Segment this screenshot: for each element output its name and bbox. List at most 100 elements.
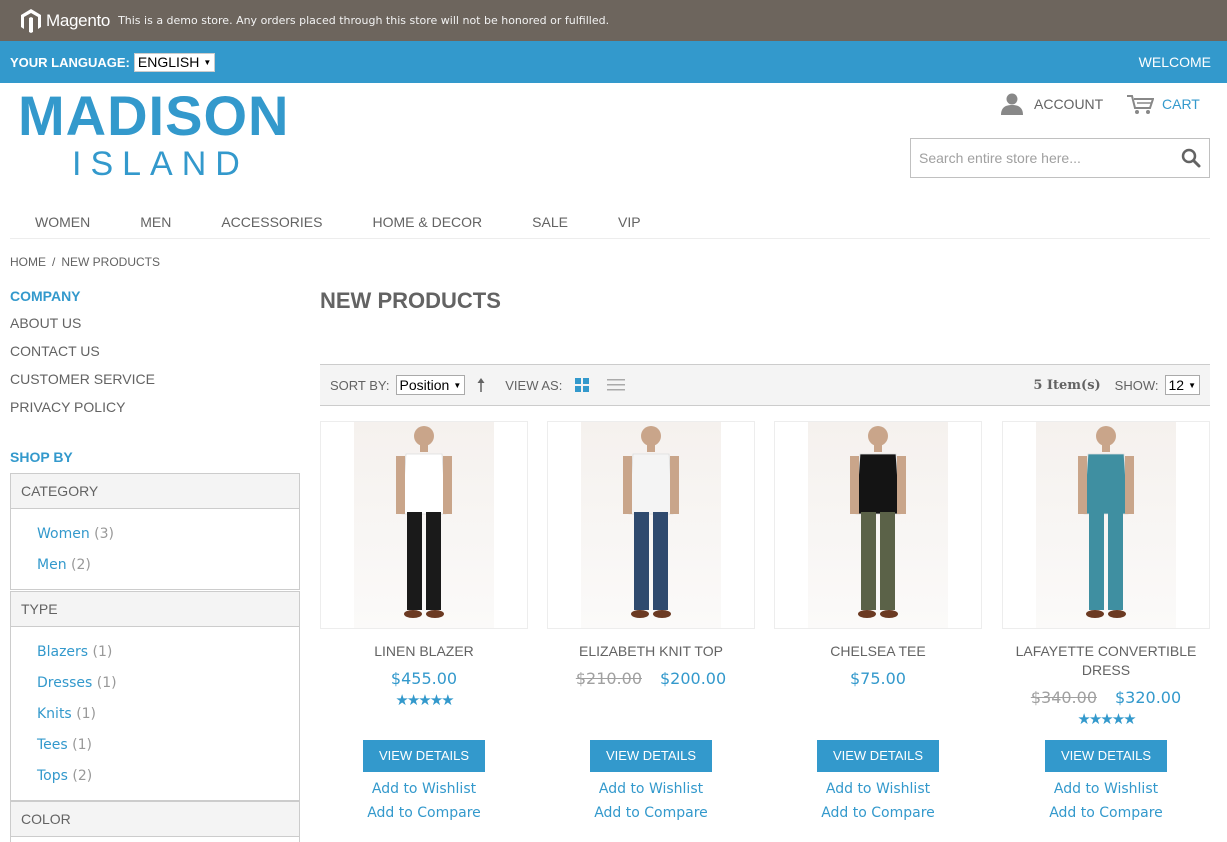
breadcrumb-current: NEW PRODUCTS [61,255,161,269]
filter-option-blazers[interactable]: Blazers (1) [37,637,299,668]
add-to-wishlist-link[interactable]: Add to Wishlist [320,782,528,796]
filter-color-title[interactable]: COLOR [11,802,299,837]
rating-stars-icon[interactable]: ★★★★★ [320,691,528,709]
filter-type-options: Blazers (1) Dresses (1) Knits (1) Tees (… [11,627,299,800]
filter-option-label: Men [37,557,67,573]
breadcrumb-home[interactable]: HOME [10,255,46,269]
product-actions: VIEW DETAILS Add to Wishlist Add to Compar… [774,740,982,820]
nav-home-decor[interactable]: HOME & DECOR [347,205,507,238]
logo-line1: MADISON [18,84,290,147]
add-to-wishlist-link[interactable]: Add to Wishlist [774,782,982,796]
filter-option-count: (1) [96,675,117,691]
product-card: LINEN BLAZER $455.00 ★★★★★ VIEW DETAILS Add … [320,421,528,820]
view-details-button[interactable]: VIEW DETAILS [589,740,713,772]
view-details-button[interactable]: VIEW DETAILS [362,740,486,772]
product-price-box: $455.00 [320,669,528,688]
model-figure [1078,426,1134,618]
language-label: YOUR LANGUAGE: [10,54,130,70]
filter-option-knits[interactable]: Knits (1) [37,699,299,730]
filter-option-dresses[interactable]: Dresses (1) [37,668,299,699]
add-to-wishlist-link[interactable]: Add to Wishlist [547,782,755,796]
grid-view-icon[interactable] [574,377,590,393]
filter-category: CATEGORY Women (3) Men (2) [10,473,300,590]
sort-direction-icon[interactable] [471,377,491,393]
view-details-button[interactable]: VIEW DETAILS [816,740,940,772]
list-view-icon[interactable] [606,377,626,393]
product-toolbar: SORT BY: Position ▼ VIEW AS: 5 Item(s) S… [320,364,1210,406]
product-price-box: $210.00 $200.00 [547,669,755,688]
product-image[interactable] [1002,421,1210,629]
account-label: ACCOUNT [1034,96,1104,112]
language-select-value: ENGLISH [137,54,200,70]
shop-by-heading: SHOP BY [10,449,73,465]
company-links: ABOUT US CONTACT US CUSTOMER SERVICE PRI… [10,309,300,421]
add-to-compare-link[interactable]: Add to Compare [1002,806,1210,820]
link-about-us[interactable]: ABOUT US [10,309,300,337]
filter-option-label: Tees [37,737,68,753]
view-details-button[interactable]: VIEW DETAILS [1044,740,1168,772]
filter-option-tees[interactable]: Tees (1) [37,730,299,761]
nav-women[interactable]: WOMEN [10,205,115,238]
add-to-wishlist-link[interactable]: Add to Wishlist [1002,782,1210,796]
filter-option-label: Blazers [37,644,89,660]
add-to-compare-link[interactable]: Add to Compare [547,806,755,820]
magento-logo: Magento [20,8,110,34]
dropdown-arrow-icon: ▼ [453,380,462,390]
sort-by-select[interactable]: Position ▼ [395,375,466,395]
store-logo[interactable]: MADISON ISLAND [18,88,298,184]
link-contact-us[interactable]: CONTACT US [10,337,300,365]
product-old-price: $340.00 [1030,688,1097,707]
add-to-compare-link[interactable]: Add to Compare [774,806,982,820]
product-card: CHELSEA TEE $75.00 VIEW DETAILS Add to Wish… [774,421,982,820]
product-name[interactable]: ELIZABETH KNIT TOP [547,642,755,661]
cart-icon [1127,95,1154,114]
product-image[interactable] [774,421,982,629]
filter-option-men[interactable]: Men (2) [37,550,299,581]
product-price-box: $75.00 [774,669,982,688]
dropdown-arrow-icon: ▼ [1188,380,1196,390]
show-per-page-value: 12 [1168,377,1185,393]
product-card: ELIZABETH KNIT TOP $210.00 $200.00 VIEW DET… [547,421,755,820]
demo-notice-bar: Magento This is a demo store. Any orders… [0,0,1227,41]
filter-color: COLOR [10,801,300,842]
page-title: NEW PRODUCTS [320,288,501,313]
magento-logo-icon [21,8,41,33]
product-name[interactable]: CHELSEA TEE [774,642,982,661]
filter-option-count: (2) [71,557,91,573]
filter-option-tops[interactable]: Tops (2) [37,761,299,792]
filter-option-count: (2) [72,768,93,784]
filter-option-label: Dresses [37,675,93,691]
product-image[interactable] [320,421,528,629]
link-customer-service[interactable]: CUSTOMER SERVICE [10,365,300,393]
product-price: $200.00 [660,669,727,688]
add-to-compare-link[interactable]: Add to Compare [320,806,528,820]
link-privacy-policy[interactable]: PRIVACY POLICY [10,393,300,421]
rating-stars-icon[interactable]: ★★★★★ [1002,710,1210,728]
cart-link[interactable]: CART [1126,93,1200,115]
filter-option-count: (3) [94,526,115,542]
sort-by-value: Position [399,377,450,393]
user-icon [1001,93,1023,115]
product-image[interactable] [547,421,755,629]
product-name[interactable]: LINEN BLAZER [320,642,528,661]
magento-wordmark: Magento [46,10,111,30]
welcome-message: WELCOME [1138,54,1211,70]
view-as-label: VIEW AS: [505,377,563,393]
nav-sale[interactable]: SALE [507,205,593,238]
dropdown-arrow-icon: ▼ [203,57,212,67]
product-actions: VIEW DETAILS Add to Wishlist Add to Compar… [320,740,528,820]
nav-men[interactable]: MEN [115,205,196,238]
product-name[interactable]: LAFAYETTE CONVERTIBLE DRESS [1002,642,1210,680]
language-select[interactable]: ENGLISH ▼ [133,52,216,72]
product-card: LAFAYETTE CONVERTIBLE DRESS $340.00 $320.0… [1002,421,1210,820]
product-price: $320.00 [1115,688,1182,707]
product-price: $455.00 [390,669,458,688]
account-link[interactable]: ACCOUNT [1000,93,1103,115]
show-per-page-select[interactable]: 12 ▼ [1164,375,1200,395]
model-figure [396,426,452,618]
search-input[interactable] [919,150,1181,166]
nav-vip[interactable]: VIP [593,205,666,238]
nav-accessories[interactable]: ACCESSORIES [196,205,347,238]
filter-option-women[interactable]: Women (3) [37,519,299,550]
search-icon[interactable] [1181,148,1201,168]
